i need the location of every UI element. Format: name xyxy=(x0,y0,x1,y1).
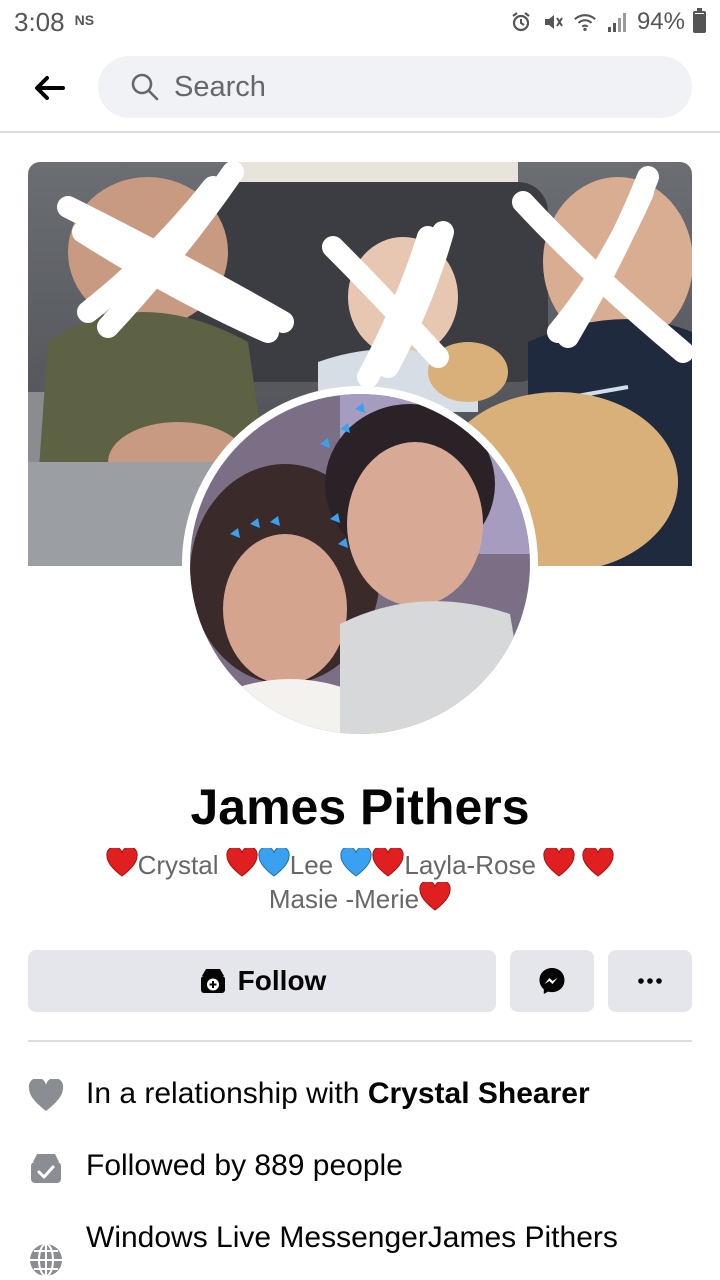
battery-icon xyxy=(693,8,706,33)
relationship-text: In a relationship with Crystal Shearer xyxy=(86,1076,590,1112)
arrow-left-icon xyxy=(35,76,65,100)
search-input[interactable]: Search xyxy=(98,56,692,118)
section-divider xyxy=(28,1040,692,1042)
follow-button[interactable]: Follow xyxy=(28,950,496,1012)
back-button[interactable] xyxy=(26,66,72,110)
profile-bio: Crystal Lee Layla-Rose Masie -Merie xyxy=(60,848,660,916)
red-heart-icon xyxy=(419,882,451,911)
bio-crystal: Crystal xyxy=(137,850,219,880)
red-heart-icon xyxy=(372,848,405,877)
heart-icon xyxy=(28,1078,64,1114)
top-bar: Search xyxy=(0,56,720,120)
blue-heart-icon xyxy=(258,848,290,877)
status-bar: 3:08 NS 94% xyxy=(0,0,720,44)
blue-heart-icon xyxy=(340,848,373,877)
bio-layla-rose: Layla-Rose xyxy=(404,850,536,880)
relationship-prefix: In a relationship with xyxy=(86,1077,368,1110)
followers-check-icon xyxy=(28,1150,64,1186)
search-icon xyxy=(131,73,159,101)
bio-masie: Masie -Merie xyxy=(268,884,420,914)
mute-icon xyxy=(541,10,565,34)
bio-lee: Lee xyxy=(289,850,334,880)
follow-plus-icon xyxy=(200,969,225,993)
more-dots-icon xyxy=(638,978,662,984)
top-divider xyxy=(0,131,720,133)
intro-followers: Followed by 889 people xyxy=(28,1148,692,1186)
signal-icon xyxy=(605,10,629,34)
carrier-tag: NS xyxy=(74,12,95,28)
follow-label: Follow xyxy=(237,965,327,996)
profile-name: James Pithers xyxy=(190,779,530,835)
globe-icon xyxy=(28,1242,64,1278)
messenger-icon xyxy=(539,968,565,994)
intro-relationship: In a relationship with Crystal Shearer xyxy=(28,1076,692,1114)
intro-website: Windows Live MessengerJames Pithers xyxy=(28,1220,692,1278)
red-heart-icon xyxy=(582,848,614,877)
alarm-icon xyxy=(509,10,533,34)
search-placeholder: Search xyxy=(174,70,266,103)
red-heart-icon xyxy=(106,848,138,877)
status-time: 3:08 xyxy=(14,6,65,37)
website-text[interactable]: Windows Live MessengerJames Pithers xyxy=(86,1220,646,1256)
relationship-name[interactable]: Crystal Shearer xyxy=(368,1077,590,1110)
avatar-image xyxy=(190,394,530,734)
red-heart-icon xyxy=(543,848,575,877)
wifi-icon xyxy=(573,10,597,34)
more-button[interactable] xyxy=(608,950,692,1012)
status-left: 3:08 NS xyxy=(14,7,94,38)
status-right: 94% xyxy=(509,8,706,36)
red-heart-icon xyxy=(226,848,258,877)
followers-text: Followed by 889 people xyxy=(86,1149,403,1182)
battery-percent: 94% xyxy=(636,8,685,35)
battery-fill xyxy=(695,14,704,31)
profile-photo[interactable] xyxy=(182,386,538,742)
message-button[interactable] xyxy=(510,950,594,1012)
